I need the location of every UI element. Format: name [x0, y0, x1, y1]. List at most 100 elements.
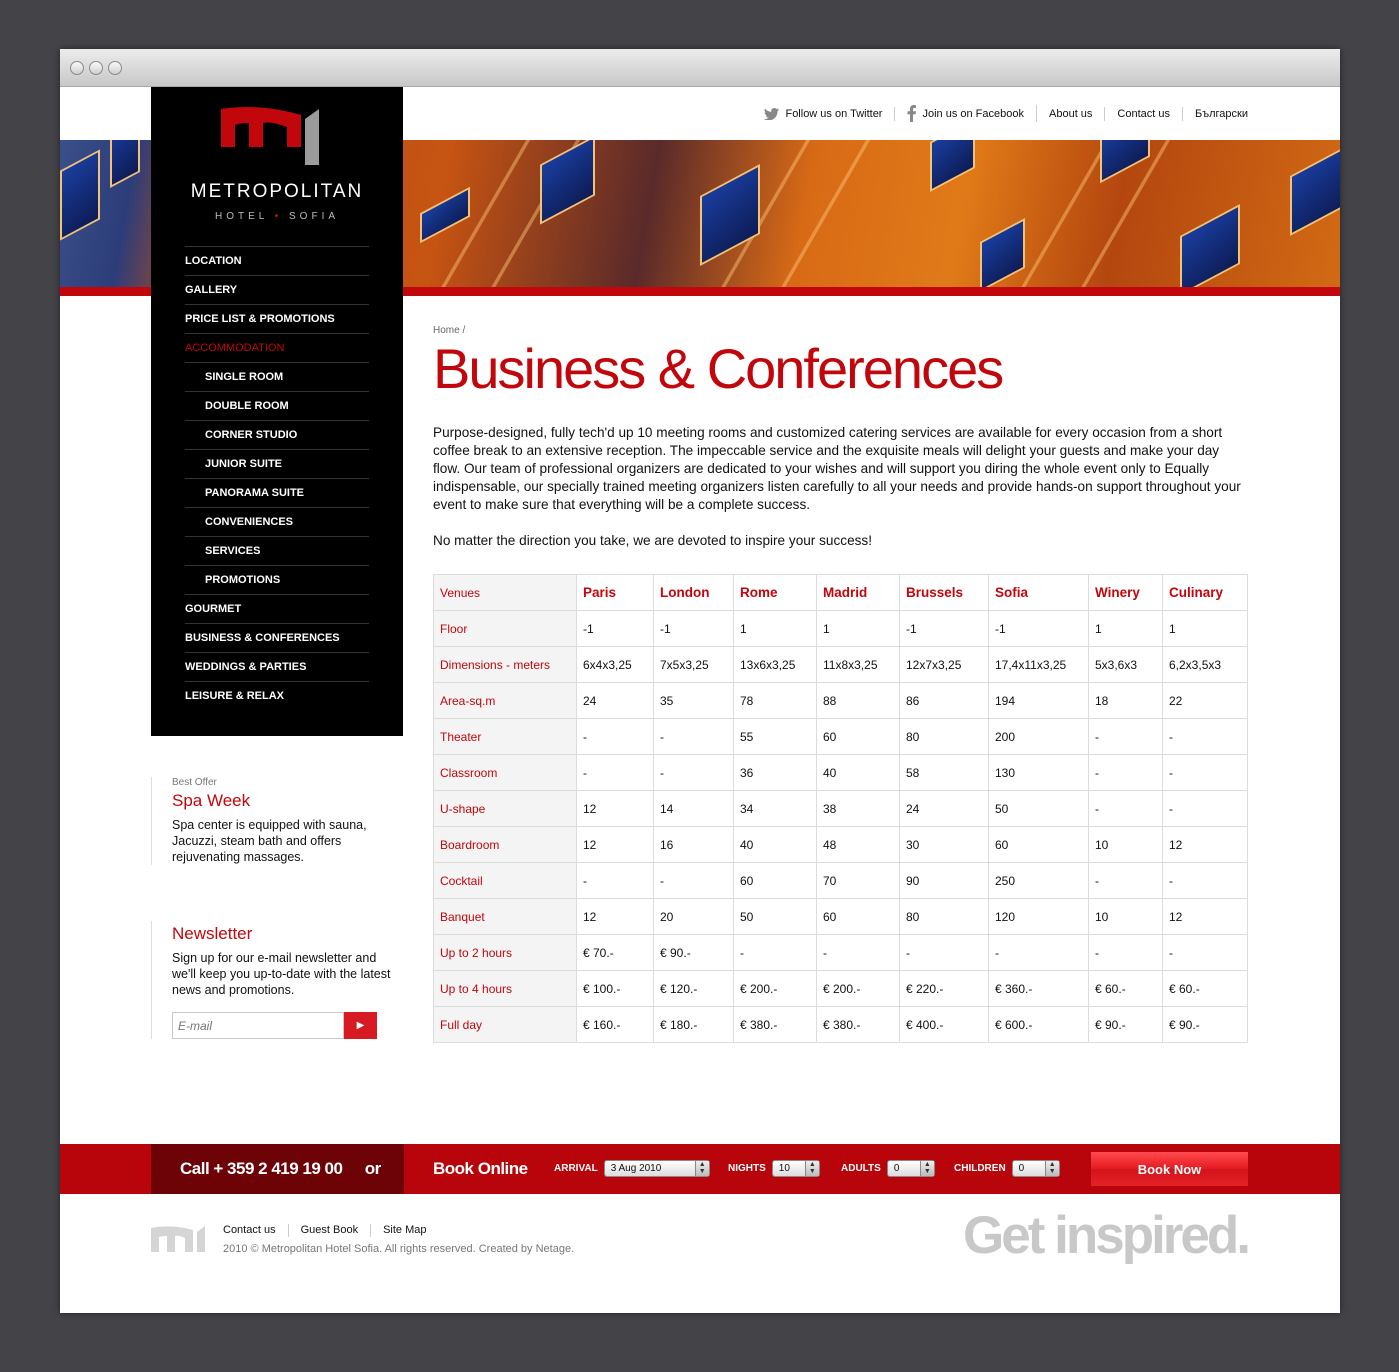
children-label: CHILDREN	[954, 1163, 1006, 1174]
twitter-link[interactable]: Follow us on Twitter	[752, 106, 896, 121]
table-cell: 6x4x3,25	[576, 646, 654, 683]
nav-item-double-room[interactable]: DOUBLE ROOM	[185, 391, 369, 420]
table-cell: 24	[576, 682, 654, 719]
nav-item-price-list[interactable]: PRICE LIST & PROMOTIONS	[185, 304, 369, 333]
table-cell: 35	[653, 682, 734, 719]
table-cell: 18	[1088, 682, 1163, 719]
table-cell: -	[653, 754, 734, 791]
table-cell: 60	[816, 718, 900, 755]
table-cell: 60	[988, 826, 1089, 863]
arrival-select[interactable]: 3 Aug 2010 ▲ ▼	[603, 1160, 710, 1177]
table-cell: -1	[576, 610, 654, 647]
nav-item-single-room[interactable]: SINGLE ROOM	[185, 362, 369, 391]
column-header: Sofia	[988, 574, 1089, 611]
booking-bar: Call + 359 2 419 19 00 or Book Online AR…	[60, 1144, 1340, 1194]
table-cell: -	[576, 754, 654, 791]
adults-field: ADULTS 0 ▲ ▼	[841, 1160, 935, 1177]
table-cell: 70	[816, 862, 900, 899]
table-cell: 80	[899, 898, 989, 935]
nav-item-promotions[interactable]: PROMOTIONS	[185, 565, 369, 594]
window-close-button[interactable]	[70, 61, 84, 75]
nav-item-location[interactable]: LOCATION	[185, 246, 369, 275]
table-cell: 130	[988, 754, 1089, 791]
row-label: Full day	[433, 1006, 577, 1043]
table-cell: 60	[816, 898, 900, 935]
offer-title[interactable]: Spa Week	[172, 791, 391, 811]
breadcrumb[interactable]: Home /	[433, 325, 1248, 336]
hotel-logo[interactable]	[201, 107, 356, 169]
nav-item-gallery[interactable]: GALLERY	[185, 275, 369, 304]
email-input[interactable]	[172, 1012, 344, 1039]
footer-contact-link[interactable]: Contact us	[223, 1224, 289, 1237]
table-cell: € 100.-	[576, 970, 654, 1007]
footer-logo[interactable]	[149, 1224, 209, 1254]
arrow-right-icon: ▶	[356, 1020, 365, 1031]
table-cell: 6,2x3,5x3	[1162, 646, 1248, 683]
nav-item-junior-suite[interactable]: JUNIOR SUITE	[185, 449, 369, 478]
table-cell: 80	[899, 718, 989, 755]
nav-item-weddings[interactable]: WEDDINGS & PARTIES	[185, 652, 369, 681]
table-cell: -	[816, 934, 900, 971]
book-online-label: Book Online	[433, 1159, 528, 1178]
contact-link[interactable]: Contact us	[1105, 106, 1184, 121]
table-cell: 50	[733, 898, 817, 935]
row-label: Floor	[433, 610, 577, 647]
nights-label: NIGHTS	[728, 1163, 766, 1174]
nav-item-gourmet[interactable]: GOURMET	[185, 594, 369, 623]
nav-item-panorama-suite[interactable]: PANORAMA SUITE	[185, 478, 369, 507]
footer-sitemap-link[interactable]: Site Map	[371, 1224, 438, 1237]
table-cell: 10	[1088, 826, 1163, 863]
arrival-value: 3 Aug 2010	[610, 1163, 662, 1174]
call-phone[interactable]: Call + 359 2 419 19 00	[180, 1159, 343, 1178]
table-row: Area-sq.m 24 35 78 88 86 194 18 22	[433, 682, 1248, 719]
table-cell: € 90.-	[1088, 1006, 1163, 1043]
book-now-button[interactable]: Book Now	[1091, 1152, 1248, 1186]
children-select[interactable]: 0 ▲ ▼	[1011, 1160, 1060, 1177]
nav-item-business[interactable]: BUSINESS & CONFERENCES	[185, 623, 369, 652]
table-cell: -	[1162, 862, 1248, 899]
window-zoom-button[interactable]	[108, 61, 122, 75]
language-link[interactable]: Български	[1183, 107, 1248, 121]
newsletter-box: Newsletter Sign up for our e-mail newsle…	[151, 921, 391, 1039]
window-minimize-button[interactable]	[89, 61, 103, 75]
table-cell: 17,4x11x3,25	[988, 646, 1089, 683]
table-row: Floor -1 -1 1 1 -1 -1 1 1	[433, 610, 1248, 647]
table-cell: 5x3,6x3	[1088, 646, 1163, 683]
best-offer-label: Best Offer	[172, 777, 217, 788]
table-cell: 10	[1088, 898, 1163, 935]
page: Follow us on Twitter Join us on Facebook…	[60, 87, 1340, 1313]
nav-item-conveniences[interactable]: CONVENIENCES	[185, 507, 369, 536]
table-cell: 60	[733, 862, 817, 899]
about-link[interactable]: About us	[1037, 106, 1106, 121]
nights-select[interactable]: 10 ▲ ▼	[771, 1160, 820, 1177]
table-cell: € 220.-	[899, 970, 989, 1007]
table-cell: 7x5x3,25	[653, 646, 734, 683]
adults-select[interactable]: 0 ▲ ▼	[886, 1160, 935, 1177]
table-cell: -	[1088, 718, 1163, 755]
table-cell: 38	[816, 790, 900, 827]
table-cell: 24	[899, 790, 989, 827]
newsletter-submit-button[interactable]: ▶	[344, 1012, 377, 1039]
table-cell: 20	[653, 898, 734, 935]
row-label: Cocktail	[433, 862, 577, 899]
table-cell: -1	[899, 610, 989, 647]
offer-text: Spa center is equipped with sauna, Jacuz…	[172, 818, 367, 864]
facebook-link[interactable]: Join us on Facebook	[895, 105, 1037, 122]
row-label: Area-sq.m	[433, 682, 577, 719]
brand-sub-dot: •	[274, 211, 283, 222]
call-box: Call + 359 2 419 19 00 or	[151, 1144, 404, 1194]
nav-item-leisure[interactable]: LEISURE & RELAX	[185, 681, 369, 710]
table-cell: 90	[899, 862, 989, 899]
table-row: Theater - -55 60 80 200- -	[433, 718, 1248, 755]
table-cell: 14	[653, 790, 734, 827]
table-body: Floor -1 -1 1 1 -1 -1 1 1 Dimensions - meters 6x4x…	[433, 610, 1248, 1043]
footer-guestbook-link[interactable]: Guest Book	[289, 1224, 372, 1237]
table-row: Banquet 12 20 50 60 80 120 10 12	[433, 898, 1248, 935]
nav-item-corner-studio[interactable]: CORNER STUDIO	[185, 420, 369, 449]
table-cell: 36	[733, 754, 817, 791]
table-cell: 12	[576, 898, 654, 935]
nav-item-accommodation[interactable]: ACCOMMODATION	[185, 333, 369, 362]
main-content: Home / Business & Conferences Purpose-de…	[433, 325, 1248, 550]
row-label: Banquet	[433, 898, 577, 935]
nav-item-services[interactable]: SERVICES	[185, 536, 369, 565]
